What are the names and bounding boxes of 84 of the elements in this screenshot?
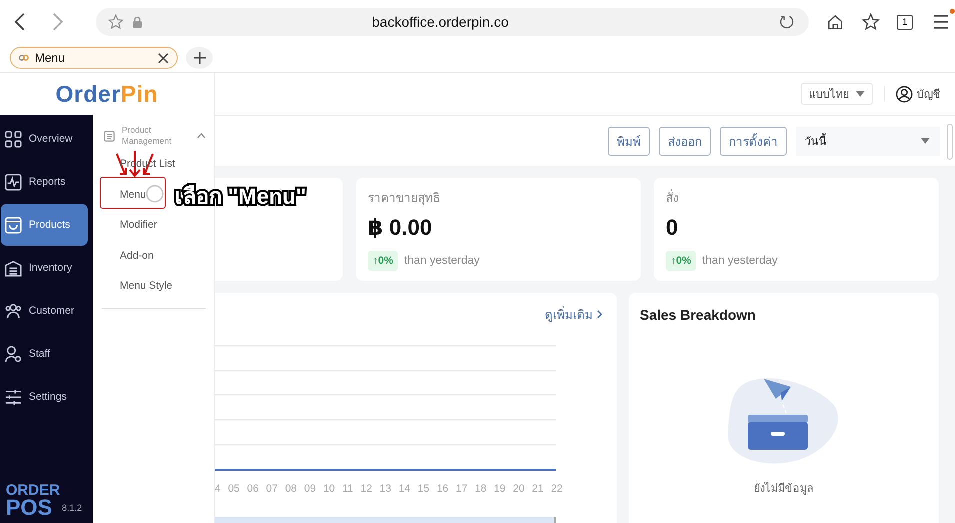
sidebar-item[interactable]: Overview [1, 118, 88, 160]
axis-label: 07 [266, 483, 278, 495]
link-icon [19, 54, 29, 62]
caret-icon [856, 91, 865, 97]
axis-label: 10 [323, 483, 336, 495]
user-icon [896, 86, 913, 102]
orderpin-logo: OrderPin [56, 80, 158, 108]
highlight-box [100, 177, 166, 209]
tabs-button[interactable]: 1 [897, 14, 913, 30]
lock-icon [133, 16, 142, 28]
submenu-item[interactable]: Menu Style [120, 271, 173, 302]
submenu-item[interactable]: Modifier [120, 210, 158, 240]
star-icon[interactable] [108, 14, 124, 30]
toolbar-button[interactable]: ส่งออก [659, 126, 711, 156]
address-bar[interactable]: backoffice.orderpin.co [96, 8, 809, 36]
submenu-item[interactable]: Menu [120, 180, 146, 210]
range-slider[interactable] [215, 517, 556, 523]
chevron-icon [597, 310, 603, 318]
sidebar-item[interactable]: Settings [1, 376, 88, 418]
scrollbar[interactable] [947, 124, 953, 160]
annotation-text: เลือก "Menu" [175, 182, 306, 211]
axis-label: 20 [513, 483, 525, 495]
axis-label: 06 [247, 483, 259, 495]
see-more-link[interactable]: ดูเพิ่มเติม [545, 307, 603, 321]
caret-icon [921, 138, 930, 144]
stat-label: สั่ง [666, 188, 680, 207]
axis-label: 17 [456, 483, 468, 495]
comparison-note: than yesterday [702, 255, 778, 267]
axis-label: 11 [342, 483, 354, 495]
axis-label: 14 [398, 483, 411, 495]
sliders-icon [5, 388, 22, 406]
comparison-note: than yesterday [404, 255, 480, 267]
axis-label: 16 [436, 483, 449, 495]
sidebar-item[interactable]: Reports [1, 161, 88, 203]
sidebar-item[interactable]: Products [1, 204, 88, 246]
toolbar-button[interactable]: การตั้งค่า [720, 126, 787, 156]
account-button[interactable]: บัญชี [896, 85, 940, 103]
language-dropdown[interactable]: แบบไทย [801, 83, 873, 105]
menu-icon[interactable] [933, 15, 949, 29]
axis-label: 08 [285, 483, 298, 495]
close-icon[interactable] [158, 52, 169, 64]
back-icon[interactable] [14, 13, 26, 31]
stat-value: ฿ 0.00 [368, 215, 434, 241]
sidebar-item[interactable]: Staff [1, 333, 88, 375]
axis-label: 21 [532, 483, 544, 495]
change-badge: ↑0% [666, 251, 696, 271]
sidebar-item[interactable]: Inventory [1, 247, 88, 289]
bag-icon [5, 216, 22, 234]
reload-icon[interactable] [779, 14, 795, 30]
card-title: Sales Breakdown [640, 307, 756, 323]
search-tab-label: Menu [35, 51, 66, 65]
new-tab-button[interactable] [186, 47, 213, 69]
orderpos-logo: ORDER POS [6, 484, 60, 519]
version-text: 8.1.2 [62, 503, 82, 513]
axis-label: 22 [551, 483, 563, 495]
axis-label: 19 [494, 483, 506, 495]
chart-icon [5, 174, 22, 190]
axis-label: 18 [475, 483, 487, 495]
url-text: backoffice.orderpin.co [371, 14, 510, 30]
axis-label: 05 [228, 483, 240, 495]
plus-icon [194, 52, 206, 64]
change-badge: ↑0% [368, 251, 398, 271]
person-gear-icon [5, 346, 22, 362]
axis-label: 15 [418, 483, 430, 495]
axis-label: 13 [380, 483, 392, 495]
list-icon [104, 130, 115, 142]
bookmarks-icon[interactable] [862, 13, 880, 31]
touch-indicator-icon [146, 185, 164, 203]
empty-state-text: ยังไม่มีข้อมูล [754, 481, 814, 497]
warehouse-icon [5, 260, 22, 276]
chevron-icon [197, 133, 206, 139]
stat-value: 0 [666, 215, 680, 241]
axis-label: 12 [360, 483, 372, 495]
sidebar-item[interactable]: Customer [1, 290, 88, 332]
search-tab[interactable]: Menu [10, 47, 178, 69]
toolbar-button[interactable]: พิมพ์ [608, 126, 650, 156]
people-icon [5, 302, 22, 320]
axis-label: 09 [304, 483, 316, 495]
submenu-item[interactable]: Add-on [120, 240, 154, 271]
axis-label: 4 [215, 483, 221, 495]
period-dropdown[interactable]: วันนี้ [796, 126, 940, 156]
home-icon[interactable] [827, 14, 844, 30]
grid-icon [5, 130, 22, 148]
stat-label: ราคาขายสุทธิ [368, 190, 441, 207]
